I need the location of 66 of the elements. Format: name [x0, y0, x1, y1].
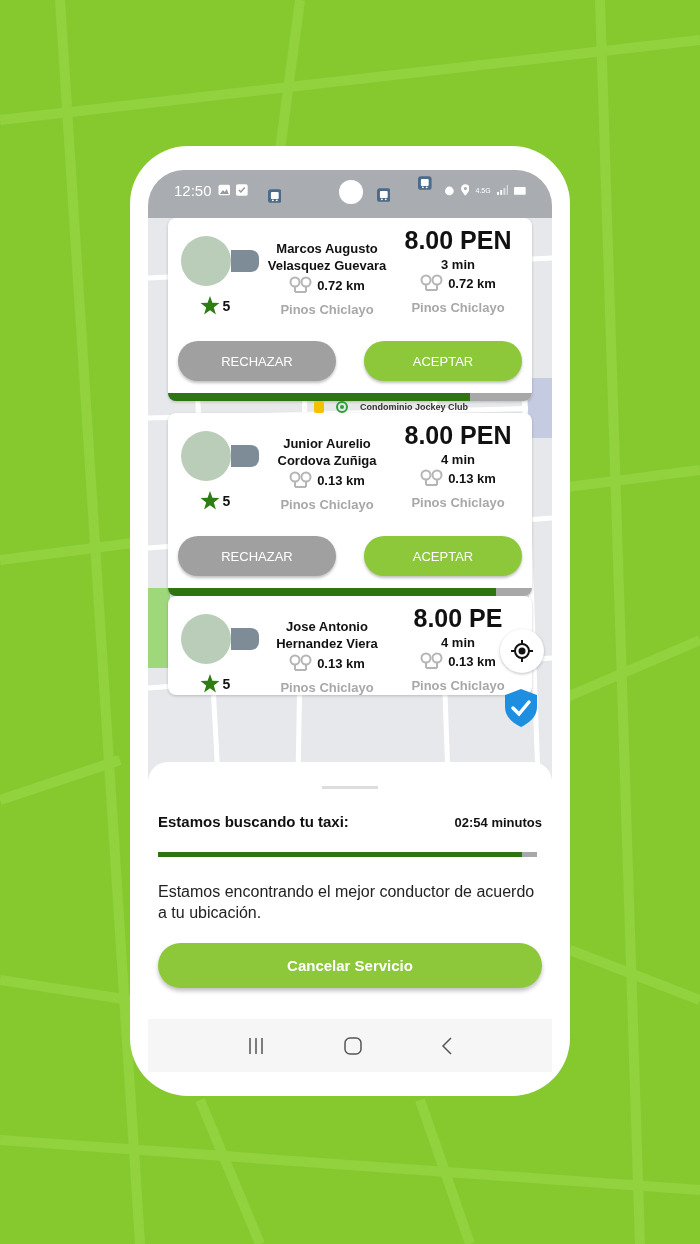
back-icon[interactable] — [440, 1036, 453, 1055]
star-icon — [199, 674, 220, 693]
driver-name: Marcos Augusto Velasquez Guevara — [266, 240, 388, 274]
car-photo-placeholder — [231, 445, 259, 467]
camera-hole — [339, 180, 363, 204]
driver-name: Junior Aurelio Cordova Zuñiga — [276, 435, 378, 469]
pins-icon — [289, 471, 314, 489]
search-message: Estamos encontrando el mejor conductor de acuerdo a tu ubicación. — [158, 882, 536, 923]
driver-distance: 0.13 km — [317, 655, 365, 671]
bus-icon — [376, 188, 391, 202]
driver-rating: 5 — [222, 675, 231, 692]
eta-time: 3 min — [441, 257, 475, 272]
home-icon[interactable] — [344, 1036, 362, 1055]
pickup-area: Pinos Chiclayo — [411, 300, 505, 315]
fare-price: 8.00 PEN — [404, 226, 512, 255]
driver-photo-placeholder — [181, 236, 231, 286]
recent-apps-icon[interactable] — [247, 1036, 266, 1055]
driver-area: Pinos Chiclayo — [280, 302, 374, 317]
locate-icon — [510, 639, 534, 663]
driver-name: Jose Antonio Hernandez Viera — [275, 618, 379, 652]
eta-time: 4 min — [441, 452, 475, 467]
pickup-area: Pinos Chiclayo — [411, 678, 505, 693]
checkbox-icon — [236, 184, 248, 196]
driver-photo-placeholder — [181, 614, 231, 664]
status-time: 12:50 — [174, 181, 212, 199]
accept-button[interactable]: ACEPTAR — [364, 536, 522, 576]
fare-price: 8.00 PE — [413, 604, 503, 633]
map-place-label: Condominio Jockey Club — [360, 402, 468, 412]
pickup-area: Pinos Chiclayo — [411, 495, 505, 510]
eta-time: 4 min — [441, 635, 475, 650]
fare-price: 8.00 PEN — [404, 421, 512, 450]
car-photo-placeholder — [231, 250, 259, 272]
pins-icon — [289, 276, 314, 294]
taxi-marker-icon — [314, 401, 324, 413]
shield-check-icon[interactable] — [505, 689, 537, 727]
search-timer: 02:54 minutos — [454, 815, 542, 830]
star-icon — [199, 491, 220, 510]
reject-button[interactable]: RECHAZAR — [178, 536, 336, 576]
pins-icon — [420, 469, 445, 487]
driver-distance: 0.13 km — [317, 472, 365, 488]
driver-distance: 0.72 km — [317, 277, 365, 293]
bus-icon — [267, 189, 282, 203]
map-pin-icon — [336, 401, 348, 413]
signal-icon — [496, 185, 509, 195]
driver-photo-placeholder — [181, 431, 231, 481]
battery-icon — [514, 185, 526, 195]
search-title: Estamos buscando tu taxi: — [158, 813, 349, 830]
accept-button[interactable]: ACEPTAR — [364, 341, 522, 381]
drag-handle[interactable] — [322, 786, 378, 789]
star-icon — [199, 296, 220, 315]
driver-area: Pinos Chiclayo — [280, 497, 374, 512]
pins-icon — [289, 654, 314, 672]
driver-rating: 5 — [222, 297, 231, 314]
pins-icon — [420, 652, 445, 670]
bus-icon — [418, 176, 433, 190]
pins-icon — [420, 274, 445, 292]
reject-button[interactable]: RECHAZAR — [178, 341, 336, 381]
car-photo-placeholder — [231, 628, 259, 650]
driver-area: Pinos Chiclayo — [280, 680, 374, 695]
trip-distance: 0.13 km — [448, 653, 496, 669]
trip-distance: 0.72 km — [448, 275, 496, 291]
driver-rating: 5 — [222, 492, 231, 509]
location-icon — [460, 184, 470, 196]
trip-distance: 0.13 km — [448, 470, 496, 486]
cancel-service-button[interactable]: Cancelar Servicio — [158, 943, 542, 988]
image-icon — [217, 184, 231, 196]
